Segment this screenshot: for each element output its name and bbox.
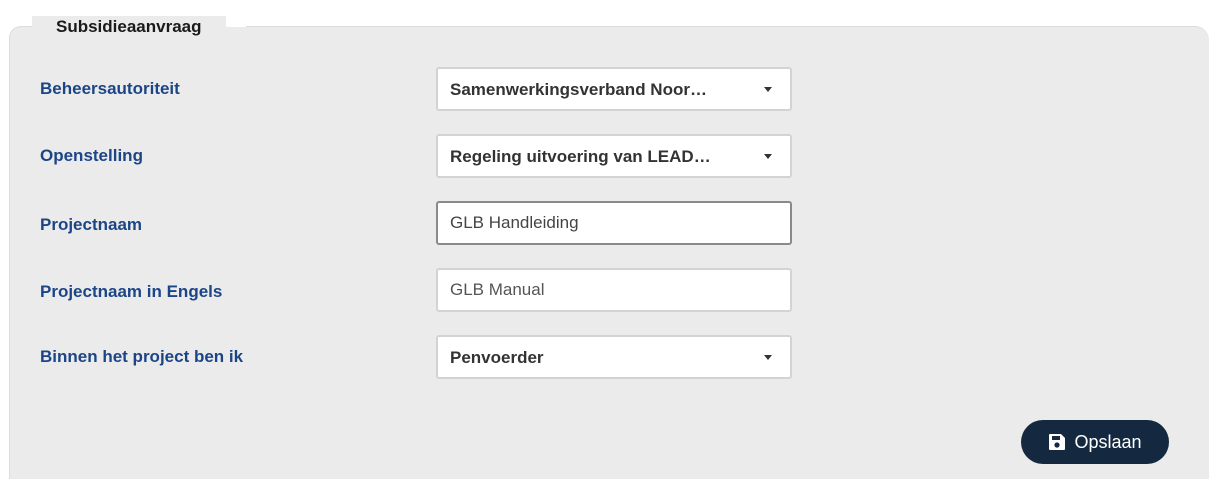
save-button-label: Opslaan xyxy=(1074,431,1142,452)
floppy-disk-icon xyxy=(1049,434,1066,450)
save-button[interactable]: Opslaan xyxy=(1021,420,1169,464)
beheersautoriteit-label: Beheersautoriteit xyxy=(40,79,180,98)
beheersautoriteit-selected-value: Samenwerkingsverband Noor… xyxy=(450,80,707,99)
openstelling-selected-value: Regeling uitvoering van LEAD… xyxy=(450,147,711,166)
beheersautoriteit-select[interactable]: Samenwerkingsverband Noor… xyxy=(436,67,792,111)
openstelling-label: Openstelling xyxy=(40,146,143,165)
chevron-down-icon xyxy=(764,87,772,92)
panel-legend: Subsidieaanvraag xyxy=(32,16,226,40)
projectnaam-input[interactable] xyxy=(436,201,792,245)
projectnaam-engels-input[interactable] xyxy=(436,268,792,312)
projectnaam-label: Projectnaam xyxy=(40,215,143,234)
project-role-selected-value: Penvoerder xyxy=(450,348,544,367)
project-role-label: Binnen het project ben ik xyxy=(40,347,244,366)
chevron-down-icon xyxy=(764,355,772,360)
project-role-select[interactable]: Penvoerder xyxy=(436,335,792,379)
openstelling-select[interactable]: Regeling uitvoering van LEAD… xyxy=(436,134,792,178)
chevron-down-icon xyxy=(764,154,772,159)
projectnaam-engels-label: Projectnaam in Engels xyxy=(40,282,223,301)
